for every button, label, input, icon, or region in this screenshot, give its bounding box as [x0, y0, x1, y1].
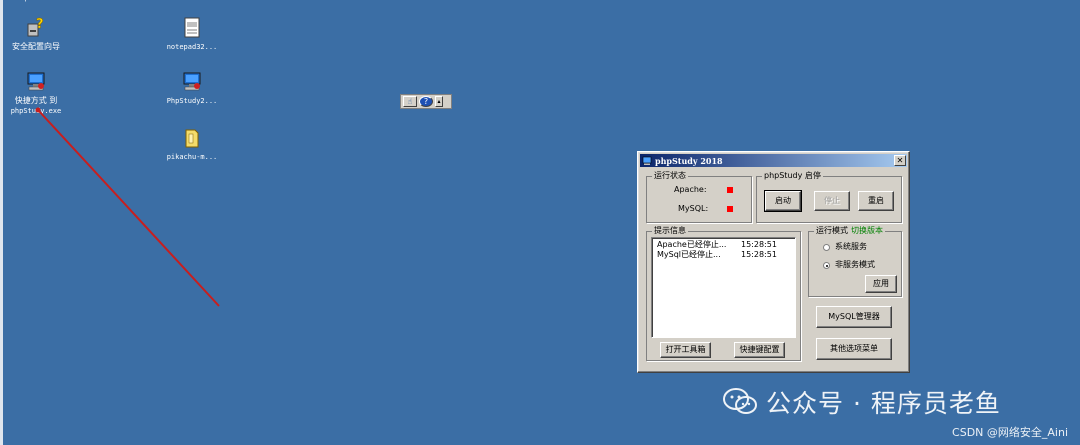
floating-mini-toolbar: ☝ ? ▴	[400, 94, 452, 109]
log-message: MySql已经停止...	[657, 250, 721, 259]
phpstudy-icon	[180, 70, 204, 94]
window-titlebar[interactable]: phpStudy 2018 ✕	[640, 154, 907, 167]
mysql-manager-button[interactable]: MySQL管理器	[816, 306, 892, 328]
spinner-icon[interactable]: ▴	[435, 96, 443, 107]
apache-status-indicator	[727, 187, 733, 193]
watermark: 公众号 · 程序员老鱼	[722, 384, 1001, 420]
watermark-text: 公众号 · 程序员老鱼	[766, 389, 1001, 418]
control-group: phpStudy 启停 启动 停止 重启	[756, 171, 902, 223]
restart-button[interactable]: 重启	[858, 191, 894, 211]
status-group-title: 运行状态	[652, 171, 688, 181]
desktop-icon-label: notepad32...	[166, 43, 218, 51]
close-icon[interactable]: ✕	[894, 155, 906, 166]
radio-non-service[interactable]	[823, 262, 830, 269]
stop-button[interactable]: 停止	[814, 191, 850, 211]
apache-status-label: Apache:	[674, 185, 707, 194]
mysql-status-label: MySQL:	[678, 204, 709, 213]
radio-system-service-label: 系统服务	[835, 242, 867, 251]
desktop-icon-label: PhpStudy2...	[166, 97, 218, 105]
svg-text:?: ?	[36, 17, 44, 32]
log-listbox[interactable]: Apache已经停止... 15:28:51 MySql已经停止... 15:2…	[651, 237, 796, 338]
help-icon[interactable]: ?	[419, 96, 433, 107]
log-time: 15:28:51	[741, 240, 777, 249]
other-options-menu-button[interactable]: 其他选项菜单	[816, 338, 892, 360]
phpstudy-shortcut-icon	[24, 70, 48, 94]
switch-version-link[interactable]: 切换版本	[851, 226, 883, 235]
window-title: phpStudy 2018	[655, 155, 723, 166]
radio-non-service-label: 非服务模式	[835, 260, 875, 269]
folder-icon	[180, 126, 204, 150]
security-wizard-icon: ?	[24, 16, 48, 40]
desktop-icon-phpstudy-shortcut[interactable]: 快捷方式 到 phpStudy.exe	[0, 70, 72, 116]
desktop-icon-phpstudy2018[interactable]: PhpStudy2...	[156, 70, 228, 106]
log-row: MySql已经停止... 15:28:51	[657, 250, 777, 260]
hand-icon[interactable]: ☝	[403, 96, 417, 107]
mode-group-title: 运行模式 切换版本	[814, 226, 885, 236]
log-row: Apache已经停止... 15:28:51	[657, 240, 777, 250]
status-group: 运行状态 Apache: MySQL:	[646, 171, 752, 223]
phpstudy-app-icon	[642, 156, 652, 165]
desktop-icon-notepad[interactable]: notepad32...	[156, 16, 228, 52]
desktop-icon-label: pikachu-m...	[166, 153, 218, 161]
mode-group: 运行模式 切换版本 系统服务 非服务模式 应用	[808, 226, 902, 297]
open-toolbox-button[interactable]: 打开工具箱	[660, 342, 711, 358]
mode-group-label: 运行模式	[816, 226, 848, 235]
apply-button[interactable]: 应用	[865, 275, 897, 293]
hotkey-config-button[interactable]: 快捷键配置	[734, 342, 785, 358]
desktop-icon-label: 快捷方式 到	[14, 96, 58, 105]
desktop-icon-pikachu[interactable]: pikachu-m...	[156, 126, 228, 162]
mysql-status-indicator	[727, 206, 733, 212]
desktop-icon-label: 安全配置向导	[12, 42, 60, 51]
notepad-icon	[180, 16, 204, 40]
log-time: 15:28:51	[741, 250, 777, 259]
log-message: Apache已经停止...	[657, 240, 727, 249]
wechat-icon	[723, 388, 757, 414]
annotation-arrow	[35, 107, 220, 307]
desktop-icon-security-wizard[interactable]: ? 安全配置向导	[0, 16, 72, 52]
phpstudy-window: phpStudy 2018 ✕ 运行状态 Apache: MySQL: phpS…	[637, 151, 910, 373]
control-group-title: phpStudy 启停	[762, 171, 823, 181]
desktop-icon-label-partial: xmpsetcr	[16, 0, 50, 2]
desktop-icon-label-2: phpStudy.exe	[10, 107, 62, 115]
desktop-edge	[0, 0, 3, 445]
log-group-title: 提示信息	[652, 226, 688, 236]
radio-system-service[interactable]	[823, 244, 830, 251]
start-button[interactable]: 启动	[764, 190, 802, 212]
credit-text: CSDN @网络安全_Aini	[952, 426, 1068, 439]
